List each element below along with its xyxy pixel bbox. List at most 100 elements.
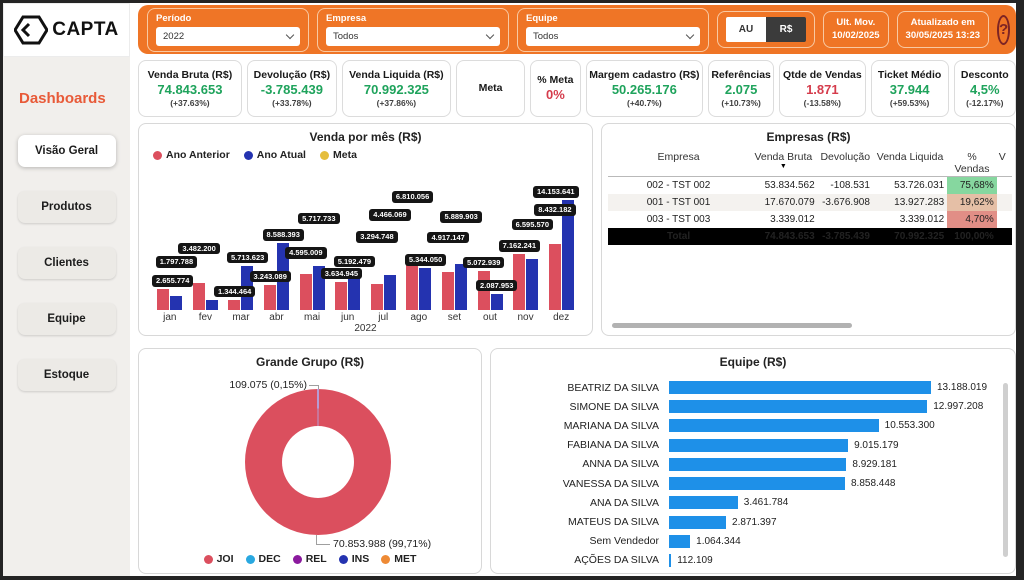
bar-ano-anterior-set[interactable] [442, 272, 454, 310]
legend-item-ins[interactable]: INS [339, 553, 370, 565]
vertical-scrollbar[interactable] [1003, 383, 1008, 557]
legend-item-meta[interactable]: Meta [320, 149, 357, 161]
chevron-down-icon [286, 30, 294, 38]
equipe-bar[interactable] [669, 400, 927, 413]
bar-data-label: 3.294.748 [356, 231, 397, 243]
filter-select-periodo[interactable]: 2022 [156, 27, 300, 46]
table-cell [818, 211, 873, 228]
bar-ano-anterior-jun[interactable] [335, 282, 347, 310]
x-axis-label-nov: nov [508, 312, 544, 323]
equipe-bar[interactable] [669, 554, 671, 567]
bar-data-label: 3.634.945 [321, 268, 362, 280]
bar-ano-atual-dez[interactable] [562, 200, 574, 310]
legend-label: INS [352, 553, 370, 565]
bar-ano-atual-jul[interactable] [384, 275, 396, 310]
kpi-card: Devolução (R$)-3.785.439(+33.78%) [247, 60, 337, 117]
equipe-bar[interactable] [669, 439, 848, 452]
table-row[interactable]: 002 - TST 00253.834.562-108.53153.726.03… [608, 177, 1012, 195]
equipe-rows: BEATRIZ DA SILVA13.188.019SIMONE DA SILV… [499, 381, 993, 567]
equipe-bar[interactable] [669, 419, 879, 432]
chevron-down-icon [486, 30, 494, 38]
kpi-value: 4,5% [970, 82, 1000, 97]
sidebar-item-visão-geral[interactable]: Visão Geral [18, 135, 116, 167]
equipe-category-label: ANA DA SILVA [499, 497, 669, 509]
bar-ano-atual-nov[interactable] [526, 259, 538, 310]
updated-value: 30/05/2025 13:23 [906, 30, 980, 43]
column-header-4[interactable]: Venda Liquida [873, 150, 947, 177]
sidebar-item-estoque[interactable]: Estoque [18, 359, 116, 391]
horizontal-scrollbar[interactable] [612, 323, 852, 328]
table-cell: 003 - TST 003 [608, 211, 749, 228]
equipe-bar[interactable] [669, 381, 931, 394]
help-button[interactable]: ? [997, 15, 1010, 45]
bar-ano-atual-out[interactable] [491, 294, 503, 310]
filter-select-equipe[interactable]: Todos [526, 27, 700, 46]
bar-ano-anterior-mar[interactable] [228, 300, 240, 310]
bar-data-label: 8.588.393 [263, 229, 304, 241]
column-header-2[interactable]: Venda Bruta▼ [749, 150, 818, 177]
legend-item-joi[interactable]: JOI [204, 553, 234, 565]
bar-ano-atual-fev[interactable] [206, 300, 218, 310]
currency-option-au[interactable]: AU [726, 17, 766, 42]
legend-item-ano-anterior[interactable]: Ano Anterior [153, 149, 230, 161]
total-cell: 70.992.325 [873, 228, 947, 245]
column-header-1[interactable]: Empresa [608, 150, 749, 177]
table-row[interactable]: 003 - TST 0033.339.0123.339.0124,70% [608, 211, 1012, 228]
equipe-value-label: 8.858.448 [851, 478, 896, 489]
legend-item-ano-atual[interactable]: Ano Atual [244, 149, 306, 161]
kpi-card: Qtde de Vendas1.871(-13.58%) [779, 60, 866, 117]
column-header-partial: V [997, 150, 1012, 177]
donut-callout-main: 70.853.988 (99,71%) [333, 538, 431, 550]
bar-data-label: 8.432.182 [534, 204, 575, 216]
bar-ano-atual-jan[interactable] [170, 296, 182, 310]
currency-option-rs[interactable]: R$ [766, 17, 806, 42]
equipe-row-1: BEATRIZ DA SILVA13.188.019 [499, 381, 993, 394]
equipe-bar[interactable] [669, 477, 845, 490]
sidebar-item-produtos[interactable]: Produtos [18, 191, 116, 223]
equipe-bar[interactable] [669, 535, 690, 548]
bar-ano-anterior-dez[interactable] [549, 244, 561, 310]
donut-chart[interactable] [245, 389, 391, 535]
equipe-row-5: ANNA DA SILVA8.929.181 [499, 458, 993, 471]
bar-ano-atual-set[interactable] [455, 264, 467, 310]
equipe-category-label: AÇÕES DA SILVA [499, 554, 669, 566]
equipe-bar[interactable] [669, 496, 738, 509]
equipe-row-7: ANA DA SILVA3.461.784 [499, 496, 993, 509]
equipe-bar[interactable] [669, 516, 726, 529]
filter-select-empresa[interactable]: Todos [326, 27, 500, 46]
bar-ano-anterior-abr[interactable] [264, 285, 276, 310]
legend-item-dec[interactable]: DEC [246, 553, 281, 565]
table-row[interactable]: 001 - TST 00117.670.079-3.676.90813.927.… [608, 194, 1012, 211]
kpi-delta: (-13.58%) [804, 98, 841, 108]
bar-ano-atual-ago[interactable] [419, 268, 431, 310]
updated-box: Atualizado em 30/05/2025 13:23 [897, 11, 989, 49]
kpi-card: % Meta0% [530, 60, 580, 117]
bar-data-label: 5.717.733 [298, 213, 339, 225]
kpi-title: Ticket Médio [878, 69, 941, 81]
table-cell: 75,68% [947, 177, 997, 195]
column-header-5[interactable]: %Vendas [947, 150, 997, 177]
sidebar-item-clientes[interactable]: Clientes [18, 247, 116, 279]
equipe-row-8: MATEUS DA SILVA2.871.397 [499, 516, 993, 529]
equipe-bar[interactable] [669, 458, 846, 471]
equipe-row-9: Sem Vendedor1.064.344 [499, 535, 993, 548]
equipe-row-4: FABIANA DA SILVA9.015.179 [499, 439, 993, 452]
last-movement-box: Ult. Mov. 10/02/2025 [823, 11, 889, 49]
table-cell: 002 - TST 002 [608, 177, 749, 195]
bar-ano-anterior-mai[interactable] [300, 274, 312, 310]
legend-label: Ano Anterior [166, 149, 230, 161]
bar-data-label: 4.595.009 [285, 247, 326, 259]
kpi-value: -3.785.439 [261, 82, 323, 97]
bar-ano-anterior-fev[interactable] [193, 283, 205, 310]
legend-item-met[interactable]: MET [381, 553, 416, 565]
bar-ano-anterior-jul[interactable] [371, 284, 383, 310]
equipe-row-6: VANESSA DA SILVA8.858.448 [499, 477, 993, 490]
total-cell: -3.785.439 [818, 228, 873, 245]
legend-item-rel[interactable]: REL [293, 553, 327, 565]
column-header-3[interactable]: Devolução [818, 150, 873, 177]
kpi-delta: (+10.73%) [721, 98, 760, 108]
legend-dot [204, 555, 213, 564]
sidebar-item-equipe[interactable]: Equipe [18, 303, 116, 335]
bar-ano-anterior-jan[interactable] [157, 289, 169, 310]
filter-value-empresa: Todos [333, 31, 358, 42]
